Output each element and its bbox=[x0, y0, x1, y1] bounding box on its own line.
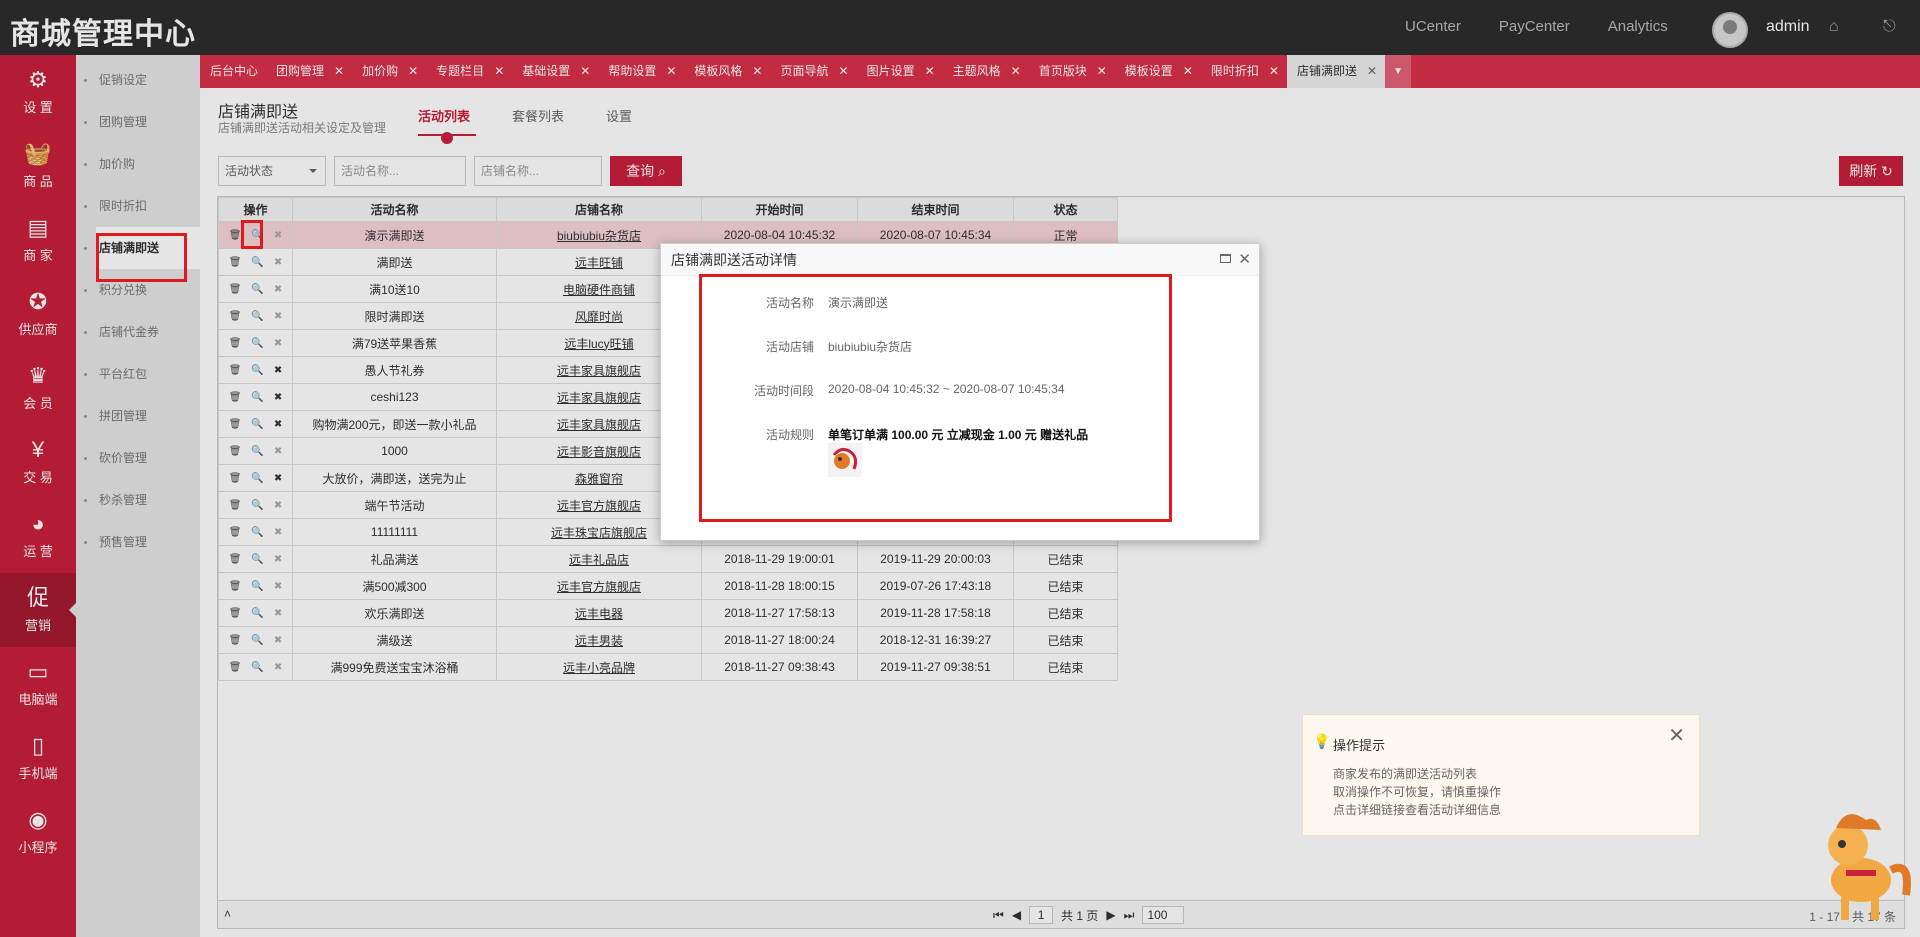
rule-cash: 1.00 bbox=[998, 428, 1022, 442]
detail-dialog: 店铺满即送活动详情 ✕ 活动名称 演示满即送 活动店铺 biubiubiu杂货店… bbox=[660, 243, 1260, 541]
value-activity-name: 演示满即送 bbox=[828, 296, 889, 310]
close-icon[interactable]: ✕ bbox=[1238, 244, 1251, 276]
highlight-view-button bbox=[241, 220, 263, 249]
label-activity-store: 活动店铺 bbox=[765, 340, 814, 354]
tip-line: 取消操作不可恢复，请慎重操作 bbox=[1333, 785, 1502, 799]
mascot-image bbox=[1828, 814, 1911, 920]
value-activity-store: biubiubiu杂货店 bbox=[828, 340, 913, 354]
label-activity-time: 活动时间段 bbox=[753, 384, 814, 398]
tip-panel: 💡 操作提示 ✕ 商家发布的满即送活动列表 取消操作不可恢复，请慎重操作 点击详… bbox=[1302, 714, 1700, 836]
tip-line: 商家发布的满即送活动列表 bbox=[1333, 767, 1478, 781]
rule-text-c: 元 赠送礼品 bbox=[1024, 428, 1089, 442]
tip-line: 点击详细链接查看活动详细信息 bbox=[1333, 803, 1502, 817]
rule-text-a: 单笔订单满 bbox=[828, 428, 889, 442]
tip-title: 操作提示 bbox=[1333, 738, 1386, 753]
label-activity-name: 活动名称 bbox=[765, 296, 814, 310]
rule-amount: 100.00 bbox=[891, 428, 929, 442]
dialog-header: 店铺满即送活动详情 ✕ bbox=[661, 244, 1259, 276]
value-activity-rule: 单笔订单满 100.00 元 立减现金 1.00 元 赠送礼品 bbox=[828, 426, 1088, 443]
gift-thumbnail[interactable] bbox=[828, 443, 862, 477]
maximize-icon[interactable] bbox=[1220, 254, 1231, 263]
tip-lines: 商家发布的满即送活动列表 取消操作不可恢复，请慎重操作 点击详细链接查看活动详细… bbox=[1333, 765, 1501, 819]
lightbulb-icon: 💡 bbox=[1313, 733, 1331, 749]
close-icon[interactable]: ✕ bbox=[1668, 723, 1685, 748]
value-activity-time: 2020-08-04 10:45:32 ~ 2020-08-07 10:45:3… bbox=[828, 382, 1065, 396]
dialog-title: 店铺满即送活动详情 bbox=[671, 252, 797, 268]
detail-content: 活动名称 演示满即送 活动店铺 biubiubiu杂货店 活动时间段 2020-… bbox=[699, 274, 1172, 522]
label-activity-rule: 活动规则 bbox=[765, 428, 814, 442]
highlight-subnav-item bbox=[96, 233, 187, 282]
rule-text-b: 元 立减现金 bbox=[931, 428, 995, 442]
